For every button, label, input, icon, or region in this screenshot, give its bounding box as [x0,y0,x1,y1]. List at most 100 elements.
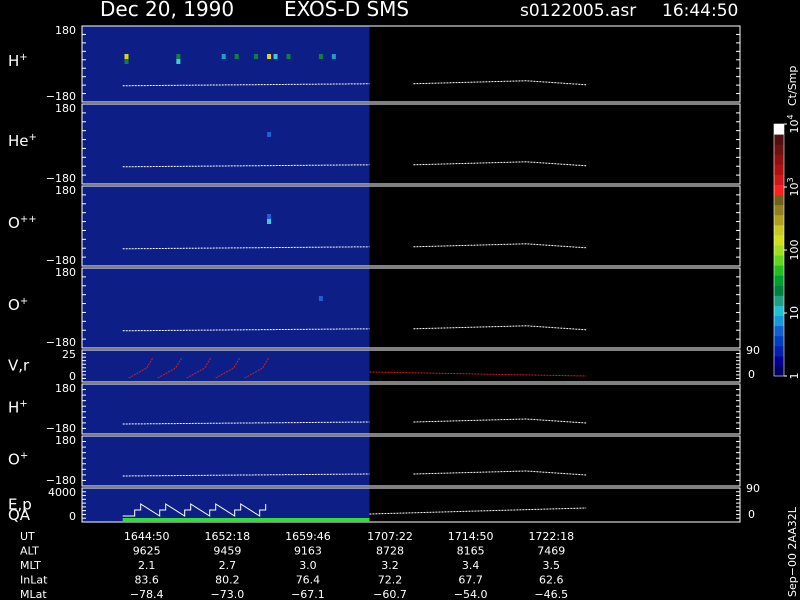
panel-label: H+ [8,52,28,70]
y-max-label: 180 [55,266,76,279]
colorbar-tick-text: 104 [786,114,800,133]
right-axis-top: 90 [746,482,760,495]
y-max-label: 180 [55,434,76,447]
panel-1: He+180−180 [8,102,741,185]
colorbar-swatch [774,315,784,327]
x-tick-ut: 1644:50 [124,530,170,543]
count-block [273,54,278,59]
panel-label-text: O [8,451,20,469]
colorbar-swatch [774,355,784,367]
x-axis-row-label: MLT [20,559,41,572]
colorbar-swatch [774,144,784,155]
count-block [286,54,291,59]
colorbar-swatch [774,214,784,226]
panel-0: H+180−180 [8,24,741,103]
colorbar-tick-value: 100 [788,240,800,261]
data-window-bg [82,104,370,184]
colorbar-swatch [774,164,784,175]
x-tick-alt: 9163 [294,545,322,558]
colorbar-tick-label: 103 [786,177,800,196]
colorbar-tick-value: 10 [788,306,800,320]
colorbar-swatch [774,365,784,377]
x-axis-row-label: MLat [20,588,47,600]
count-block [267,214,272,219]
panel-label-text: H [8,52,19,70]
count-block [124,59,129,64]
x-tick-inlat: 76.4 [296,574,321,587]
colorbar-swatch [774,275,784,286]
count-block [234,54,239,59]
colorbar-tick-label: 10 [788,306,800,320]
panel-label-sup: + [19,52,27,63]
colorbar-tick-sup: 4 [786,114,795,119]
panel-label: O++ [8,214,37,232]
x-tick-inlat: 62.6 [539,574,564,587]
count-block [221,54,226,59]
count-block [318,54,323,59]
count-block [176,54,181,59]
count-block [267,54,272,59]
colorbar-swatch [774,335,784,347]
x-tick-mlt: 2.1 [138,559,156,572]
colorbar-swatch [774,154,784,165]
x-tick-alt: 7469 [537,545,565,558]
header-file: s0122005.asr [520,1,636,21]
x-tick-inlat: 80.2 [215,574,240,587]
colorbar-swatch [774,305,784,317]
colorbar-swatch [774,124,784,135]
colorbar-tick-value: 10 [788,183,800,197]
panel-label-text: O [8,214,20,232]
colorbar-swatch [774,265,784,276]
header-date: Dec 20, 1990 [100,0,234,21]
header-instrument: EXOS-D SMS [284,0,409,21]
x-tick-inlat: 67.7 [458,574,483,587]
panel-label-sup: + [19,399,27,410]
panel-label-text: H [8,399,19,417]
colorbar-swatch [774,134,784,145]
data-window-bg [82,384,370,434]
colorbar-tick-label: 104 [786,114,800,133]
x-tick-inlat: 72.2 [378,574,403,587]
panel-label-2: QA [8,506,31,524]
panel-7: E,pQA40000900 [8,482,760,524]
count-block [267,132,272,137]
panel-4: V,r250900 [8,344,760,383]
colorbar-tick-text: 103 [786,177,800,196]
colorbar-swatch [774,325,784,337]
x-tick-ut: 1722:18 [528,530,574,543]
panel-label-text: O [8,296,20,314]
panel-label-text: V,r [8,356,30,374]
colorbar-tick-label: 1 [788,373,800,380]
colorbar-title: Ct/Smp [786,66,799,106]
data-window-bg [82,186,370,266]
x-tick-mlat: −78.4 [130,588,164,600]
panel-label: V,r [8,356,30,374]
colorbar-tick-text: 10 [788,306,800,320]
plot-header: Dec 20, 1990 EXOS-D SMS s0122005.asr 16:… [100,0,738,21]
count-block [176,59,181,64]
panel-5: H+180−180 [8,382,741,435]
y-min-label: 0 [69,510,76,523]
x-tick-mlt: 3.4 [462,559,480,572]
qa-bar [122,518,370,522]
data-window-bg [82,436,370,486]
orbit-stamp: Sep−00 2AA32L [786,506,799,597]
panel-label-sup: ++ [20,214,37,225]
count-block [254,54,259,59]
y-max-label: 4000 [48,486,76,499]
x-tick-ut: 1714:50 [448,530,494,543]
sms-spectrogram-figure: Dec 20, 1990 EXOS-D SMS s0122005.asr 16:… [8,0,800,600]
right-axis-bottom: 0 [748,368,755,381]
header-time: 16:44:50 [662,1,738,21]
count-block [267,219,272,224]
x-tick-mlt: 2.7 [219,559,237,572]
x-axis-row-label: UT [20,530,35,543]
panel-label-sup: + [29,132,37,143]
count-block [318,296,323,301]
colorbar-swatch [774,255,784,266]
x-tick-mlat: −54.0 [454,588,488,600]
panel-2: O++180−180 [8,184,741,267]
y-max-label: 180 [55,102,76,115]
x-tick-mlat: −73.0 [210,588,244,600]
velocity-trace [369,371,587,377]
